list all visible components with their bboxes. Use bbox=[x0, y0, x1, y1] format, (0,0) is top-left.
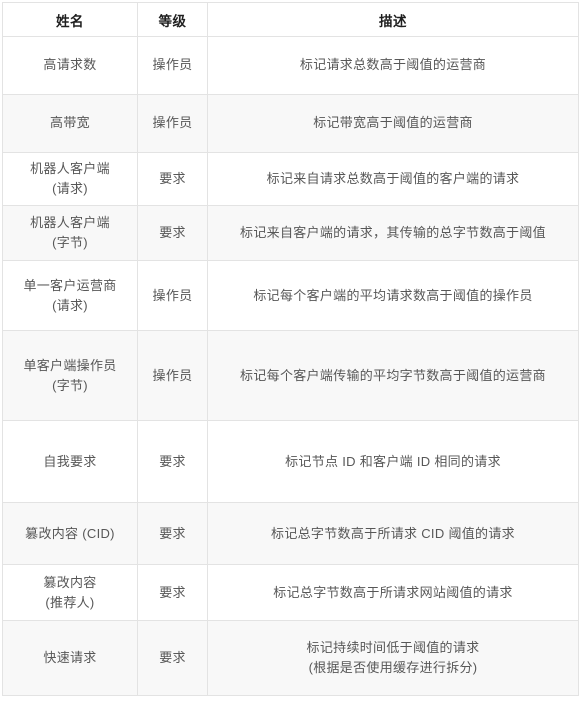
cell-name: 机器人客户端 (请求) bbox=[2, 151, 138, 207]
cell-name-line2: (字节) bbox=[52, 377, 88, 393]
cell-description: 标记带宽高于阈值的运营商 bbox=[207, 94, 579, 153]
cell-name-line1: 快速请求 bbox=[43, 650, 97, 666]
cell-description: 标记每个客户端传输的平均字节数高于阈值的运营商 bbox=[207, 330, 579, 422]
table-row: 快速请求 要求 标记持续时间低于阈值的请求 (根据是否使用缓存进行拆分) bbox=[2, 620, 579, 697]
cell-description: 标记每个客户端的平均请求数高于阈值的操作员 bbox=[207, 260, 579, 332]
cell-level: 操作员 bbox=[137, 36, 208, 95]
table-header: 姓名 等级 描述 bbox=[2, 2, 579, 37]
cell-name-line1: 高带宽 bbox=[50, 115, 90, 131]
table-container: 姓名 等级 描述 高请求数 操作员 标记请求总数高于阈值的运营商 高带宽 操作员 标记带宽… bbox=[0, 0, 586, 704]
cell-description-line1: 标记每个客户端传输的平均字节数高于阈值的运营商 bbox=[240, 367, 546, 383]
cell-name: 机器人客户端 (字节) bbox=[2, 205, 138, 262]
cell-description-line2: (根据是否使用缓存进行拆分) bbox=[308, 660, 478, 676]
cell-name-line2: (请求) bbox=[52, 181, 88, 197]
cell-name: 单一客户运营商 (请求) bbox=[2, 260, 138, 332]
cell-name-line1: 机器人客户端 bbox=[30, 215, 110, 231]
cell-level: 要求 bbox=[137, 564, 208, 622]
cell-name-line2: (请求) bbox=[52, 297, 88, 313]
cell-level: 要求 bbox=[137, 620, 208, 697]
table-row: 篡改内容 (推荐人) 要求 标记总字节数高于所请求网站阈值的请求 bbox=[2, 564, 579, 622]
cell-level: 操作员 bbox=[137, 260, 208, 332]
cell-description-line1: 标记请求总数高于阈值的运营商 bbox=[299, 57, 487, 73]
table-row: 机器人客户端 (请求) 要求 标记来自请求总数高于阈值的客户端的请求 bbox=[2, 151, 579, 207]
cell-name-line1: 篡改内容 bbox=[43, 574, 97, 590]
column-header-level: 等级 bbox=[137, 2, 208, 37]
cell-description-line1: 标记来自请求总数高于阈值的客户端的请求 bbox=[266, 171, 520, 187]
column-header-name: 姓名 bbox=[2, 2, 138, 37]
cell-name-line1: 单客户端操作员 bbox=[23, 357, 117, 373]
cell-name: 高请求数 bbox=[2, 36, 138, 95]
table-row: 篡改内容 (CID) 要求 标记总字节数高于所请求 CID 阈值的请求 bbox=[2, 502, 579, 566]
cell-name-line2: (推荐人) bbox=[45, 594, 95, 610]
cell-name-line1: 机器人客户端 bbox=[30, 161, 110, 176]
cell-description: 标记来自请求总数高于阈值的客户端的请求 bbox=[207, 151, 579, 207]
cell-level: 操作员 bbox=[137, 94, 208, 153]
cell-name: 篡改内容 (推荐人) bbox=[2, 564, 138, 622]
cell-description-line1: 标记带宽高于阈值的运营商 bbox=[313, 115, 473, 131]
cell-name: 单客户端操作员 (字节) bbox=[2, 330, 138, 422]
table-row: 高请求数 操作员 标记请求总数高于阈值的运营商 bbox=[2, 36, 579, 95]
cell-name: 篡改内容 (CID) bbox=[2, 502, 138, 566]
cell-level: 要求 bbox=[137, 151, 208, 207]
table-row: 单客户端操作员 (字节) 操作员 标记每个客户端传输的平均字节数高于阈值的运营商 bbox=[2, 330, 579, 422]
cell-name: 快速请求 bbox=[2, 620, 138, 697]
cell-description: 标记持续时间低于阈值的请求 (根据是否使用缓存进行拆分) bbox=[207, 620, 579, 697]
table-row: 自我要求 要求 标记节点 ID 和客户端 ID 相同的请求 bbox=[2, 420, 579, 504]
cell-description-line1: 标记持续时间低于阈值的请求 bbox=[306, 640, 480, 656]
cell-name: 高带宽 bbox=[2, 94, 138, 153]
table-row: 高带宽 操作员 标记带宽高于阈值的运营商 bbox=[2, 94, 579, 153]
cell-name-line2: (字节) bbox=[52, 235, 88, 251]
table-header-row: 姓名 等级 描述 bbox=[2, 2, 579, 37]
cell-description-line1: 标记总字节数高于所请求网站阈值的请求 bbox=[273, 584, 513, 600]
cell-description-line1: 标记节点 ID 和客户端 ID 相同的请求 bbox=[285, 453, 501, 469]
rules-table: 姓名 等级 描述 高请求数 操作员 标记请求总数高于阈值的运营商 高带宽 操作员 标记带宽… bbox=[2, 2, 579, 697]
cell-description: 标记请求总数高于阈值的运营商 bbox=[207, 36, 579, 95]
cell-description-line1: 标记来自客户端的请求，其传输的总字节数高于阈值 bbox=[240, 225, 546, 241]
cell-description-line1: 标记每个客户端的平均请求数高于阈值的操作员 bbox=[253, 287, 533, 303]
cell-description: 标记总字节数高于所请求网站阈值的请求 bbox=[207, 564, 579, 622]
table-row: 单一客户运营商 (请求) 操作员 标记每个客户端的平均请求数高于阈值的操作员 bbox=[2, 260, 579, 332]
cell-description-line1: 标记总字节数高于所请求 CID 阈值的请求 bbox=[271, 525, 515, 541]
cell-level: 要求 bbox=[137, 502, 208, 566]
cell-name-line1: 高请求数 bbox=[43, 57, 97, 73]
cell-name-line1: 自我要求 bbox=[43, 453, 97, 469]
table-row: 机器人客户端 (字节) 要求 标记来自客户端的请求，其传输的总字节数高于阈值 bbox=[2, 205, 579, 262]
cell-description: 标记节点 ID 和客户端 ID 相同的请求 bbox=[207, 420, 579, 504]
cell-level: 要求 bbox=[137, 420, 208, 504]
cell-level: 操作员 bbox=[137, 330, 208, 422]
cell-name-line1: 篡改内容 (CID) bbox=[25, 525, 115, 541]
cell-description: 标记来自客户端的请求，其传输的总字节数高于阈值 bbox=[207, 205, 579, 262]
cell-level: 要求 bbox=[137, 205, 208, 262]
cell-name-line1: 单一客户运营商 bbox=[23, 277, 117, 293]
table-body: 高请求数 操作员 标记请求总数高于阈值的运营商 高带宽 操作员 标记带宽高于阈值的运营商机… bbox=[2, 36, 579, 697]
cell-description: 标记总字节数高于所请求 CID 阈值的请求 bbox=[207, 502, 579, 566]
cell-name: 自我要求 bbox=[2, 420, 138, 504]
column-header-description: 描述 bbox=[207, 2, 579, 37]
